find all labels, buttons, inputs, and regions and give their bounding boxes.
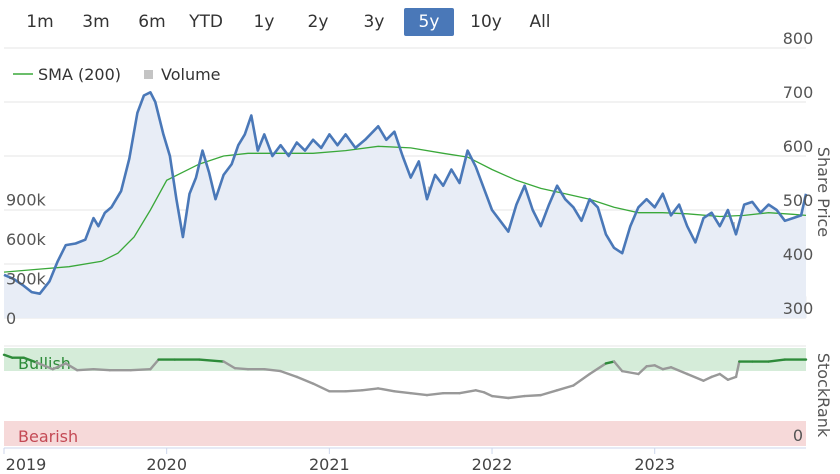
price-chart: 800 700 600 500 400 300 900k 600k 300k 0 Share P…	[2, 29, 833, 474]
stockrank-segment	[539, 389, 559, 397]
stockrank-segment	[572, 372, 591, 387]
stockrank-segment	[311, 382, 331, 393]
volume-y-tick-900k: 900k	[6, 191, 47, 210]
stockrank-segment	[710, 372, 721, 379]
bearish-label: Bearish	[18, 427, 78, 446]
legend[interactable]: SMA (200) Volume	[13, 65, 221, 84]
volume-y-tick-600k: 600k	[6, 230, 47, 249]
bearish-zone	[4, 421, 806, 446]
stockrank-segment	[482, 391, 494, 398]
stockrank-segment	[360, 387, 380, 392]
stockrank-segment	[702, 375, 713, 382]
volume-legend-label[interactable]: Volume	[161, 65, 221, 84]
x-tick-2022: 2022	[472, 455, 513, 474]
stockrank-axis-title: StockRank	[814, 353, 833, 438]
bullish-zone	[4, 348, 806, 371]
stockrank-segment	[474, 389, 486, 394]
stockrank-segment	[393, 390, 412, 395]
stockrank-segment	[686, 372, 705, 382]
stockrank-segment	[523, 393, 543, 398]
x-tick-2023: 2023	[634, 455, 675, 474]
stockrank-segment	[344, 389, 364, 393]
stockrank-segment	[507, 394, 526, 400]
price-y-tick-600: 600	[783, 137, 814, 156]
stockrank-segment	[726, 375, 738, 381]
price-y-tick-300: 300	[783, 299, 814, 318]
rank-y-tick-0: 0	[793, 426, 803, 445]
volume-legend-swatch	[144, 70, 153, 79]
price-y-tick-500: 500	[783, 191, 814, 210]
price-area-fill	[4, 92, 806, 318]
volume-y-tick-0: 0	[6, 309, 16, 328]
stockrank-segment	[129, 368, 152, 372]
x-tick-2020: 2020	[146, 455, 187, 474]
stockrank-segment	[718, 372, 730, 381]
stockrank-segment	[233, 367, 250, 371]
x-axis-ticks: 2019 2020 2021 2022 2023	[3, 448, 675, 474]
stockrank-segment	[425, 392, 445, 397]
share-price-axis-title: Share Price	[814, 147, 833, 237]
stockrank-segment	[279, 369, 299, 379]
stockrank-segment	[76, 368, 95, 372]
price-y-tick-400: 400	[783, 245, 814, 264]
stockrank-segment	[645, 364, 656, 368]
price-y-tick-800: 800	[783, 29, 814, 48]
x-tick-2019: 2019	[6, 455, 47, 474]
stockrank-segment	[409, 392, 429, 397]
stockrank-segment	[295, 375, 315, 385]
stockrank-segment	[458, 389, 477, 395]
x-tick-2021: 2021	[309, 455, 350, 474]
sma-legend-label[interactable]: SMA (200)	[38, 65, 121, 84]
price-y-tick-700: 700	[783, 83, 814, 102]
stockrank-segment	[555, 384, 575, 392]
stockrank-segment	[376, 387, 396, 393]
stockrank-segment	[490, 394, 510, 400]
volume-y-tick-300k: 300k	[6, 270, 47, 289]
stockrank-segment	[620, 369, 640, 376]
stockrank-segment	[92, 368, 111, 372]
